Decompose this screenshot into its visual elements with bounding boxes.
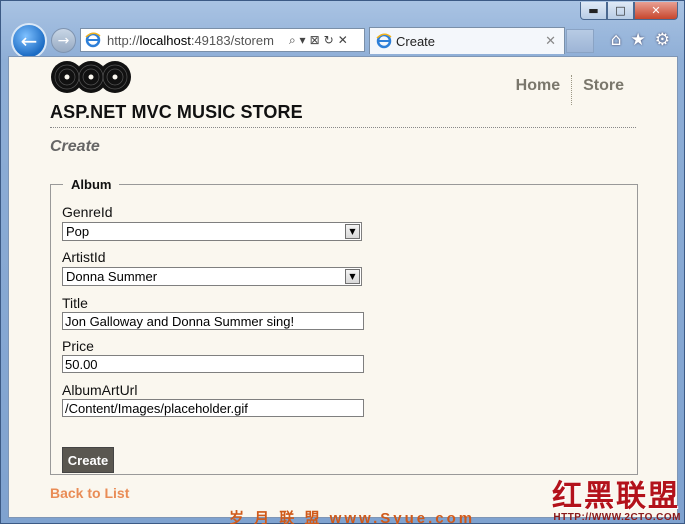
fieldset-legend: Album (71, 177, 112, 192)
page-title: Create (50, 138, 100, 155)
new-tab-button[interactable] (566, 29, 594, 53)
album-fieldset: Album GenreId Pop ▼ ArtistId Donna Summe… (50, 177, 638, 475)
music-store-logo (51, 61, 131, 93)
search-dropdown-icon[interactable]: ⌕ ▾ (289, 33, 306, 48)
nav-store-link[interactable]: Store (571, 75, 635, 105)
title-input[interactable]: Jon Galloway and Donna Summer sing! (62, 312, 364, 330)
dropdown-arrow-icon[interactable]: ▼ (345, 269, 360, 284)
tab-close-icon[interactable]: ✕ (545, 34, 556, 49)
refresh-icon[interactable]: ↻ (324, 33, 334, 48)
price-input[interactable]: 50.00 (62, 355, 364, 373)
browser-toolbar: ← → http://localhost:49183/storem ⌕ ▾ ⊠ … (1, 21, 684, 59)
album-art-url-input[interactable]: /Content/Images/placeholder.gif (62, 399, 364, 417)
artist-label: ArtistId (62, 249, 106, 265)
album-art-url-label: AlbumArtUrl (62, 382, 138, 398)
genre-selected-value: Pop (66, 224, 90, 239)
price-label: Price (62, 338, 94, 354)
compatibility-view-icon[interactable]: ⊠ (310, 33, 320, 48)
address-tools: ⌕ ▾ ⊠ ↻ ✕ (289, 33, 348, 48)
nav-home-link[interactable]: Home (505, 75, 571, 105)
web-page: ASP.NET MVC MUSIC STORE Home Store Creat… (8, 56, 678, 518)
close-window-button[interactable]: ✕ (634, 2, 678, 20)
minimize-button[interactable]: ▬ (580, 2, 607, 20)
browser-window: ▬ □ ✕ ← → http://localhost:49183/storem … (0, 0, 685, 524)
ie-tab-icon (376, 33, 392, 49)
dropdown-arrow-icon[interactable]: ▼ (345, 224, 360, 239)
ie-page-icon (85, 32, 101, 48)
home-icon[interactable]: ⌂ (611, 30, 622, 50)
create-button[interactable]: Create (62, 447, 114, 473)
tab-title: Create (396, 33, 436, 49)
browser-tab[interactable]: Create ✕ (369, 27, 565, 54)
back-button[interactable]: ← (11, 23, 47, 59)
header-divider (50, 127, 636, 128)
watermark-brand: 红黑联盟 (552, 479, 680, 514)
artist-selected-value: Donna Summer (66, 269, 158, 284)
address-url: http://localhost:49183/storem (107, 32, 274, 48)
watermark-url: HTTP://WWW.2CTO.COM (553, 512, 681, 523)
back-to-list-link[interactable]: Back to List (50, 485, 129, 501)
genre-label: GenreId (62, 204, 113, 220)
stop-icon[interactable]: ✕ (338, 33, 348, 48)
browser-right-tools: ⌂ ★ ⚙ (611, 30, 670, 50)
window-caption-buttons: ▬ □ ✕ (580, 2, 678, 20)
address-bar[interactable]: http://localhost:49183/storem ⌕ ▾ ⊠ ↻ ✕ (80, 28, 365, 52)
site-title: ASP.NET MVC MUSIC STORE (50, 102, 303, 122)
artist-select[interactable]: Donna Summer ▼ (62, 267, 362, 286)
settings-gear-icon[interactable]: ⚙ (655, 30, 670, 50)
title-label: Title (62, 295, 88, 311)
forward-button[interactable]: → (51, 28, 76, 53)
main-nav: Home Store (505, 75, 635, 105)
favorites-star-icon[interactable]: ★ (631, 30, 646, 50)
genre-select[interactable]: Pop ▼ (62, 222, 362, 241)
maximize-button[interactable]: □ (607, 2, 634, 20)
watermark-syue: 岁 月 联 盟 www.Syue.com (229, 510, 476, 524)
